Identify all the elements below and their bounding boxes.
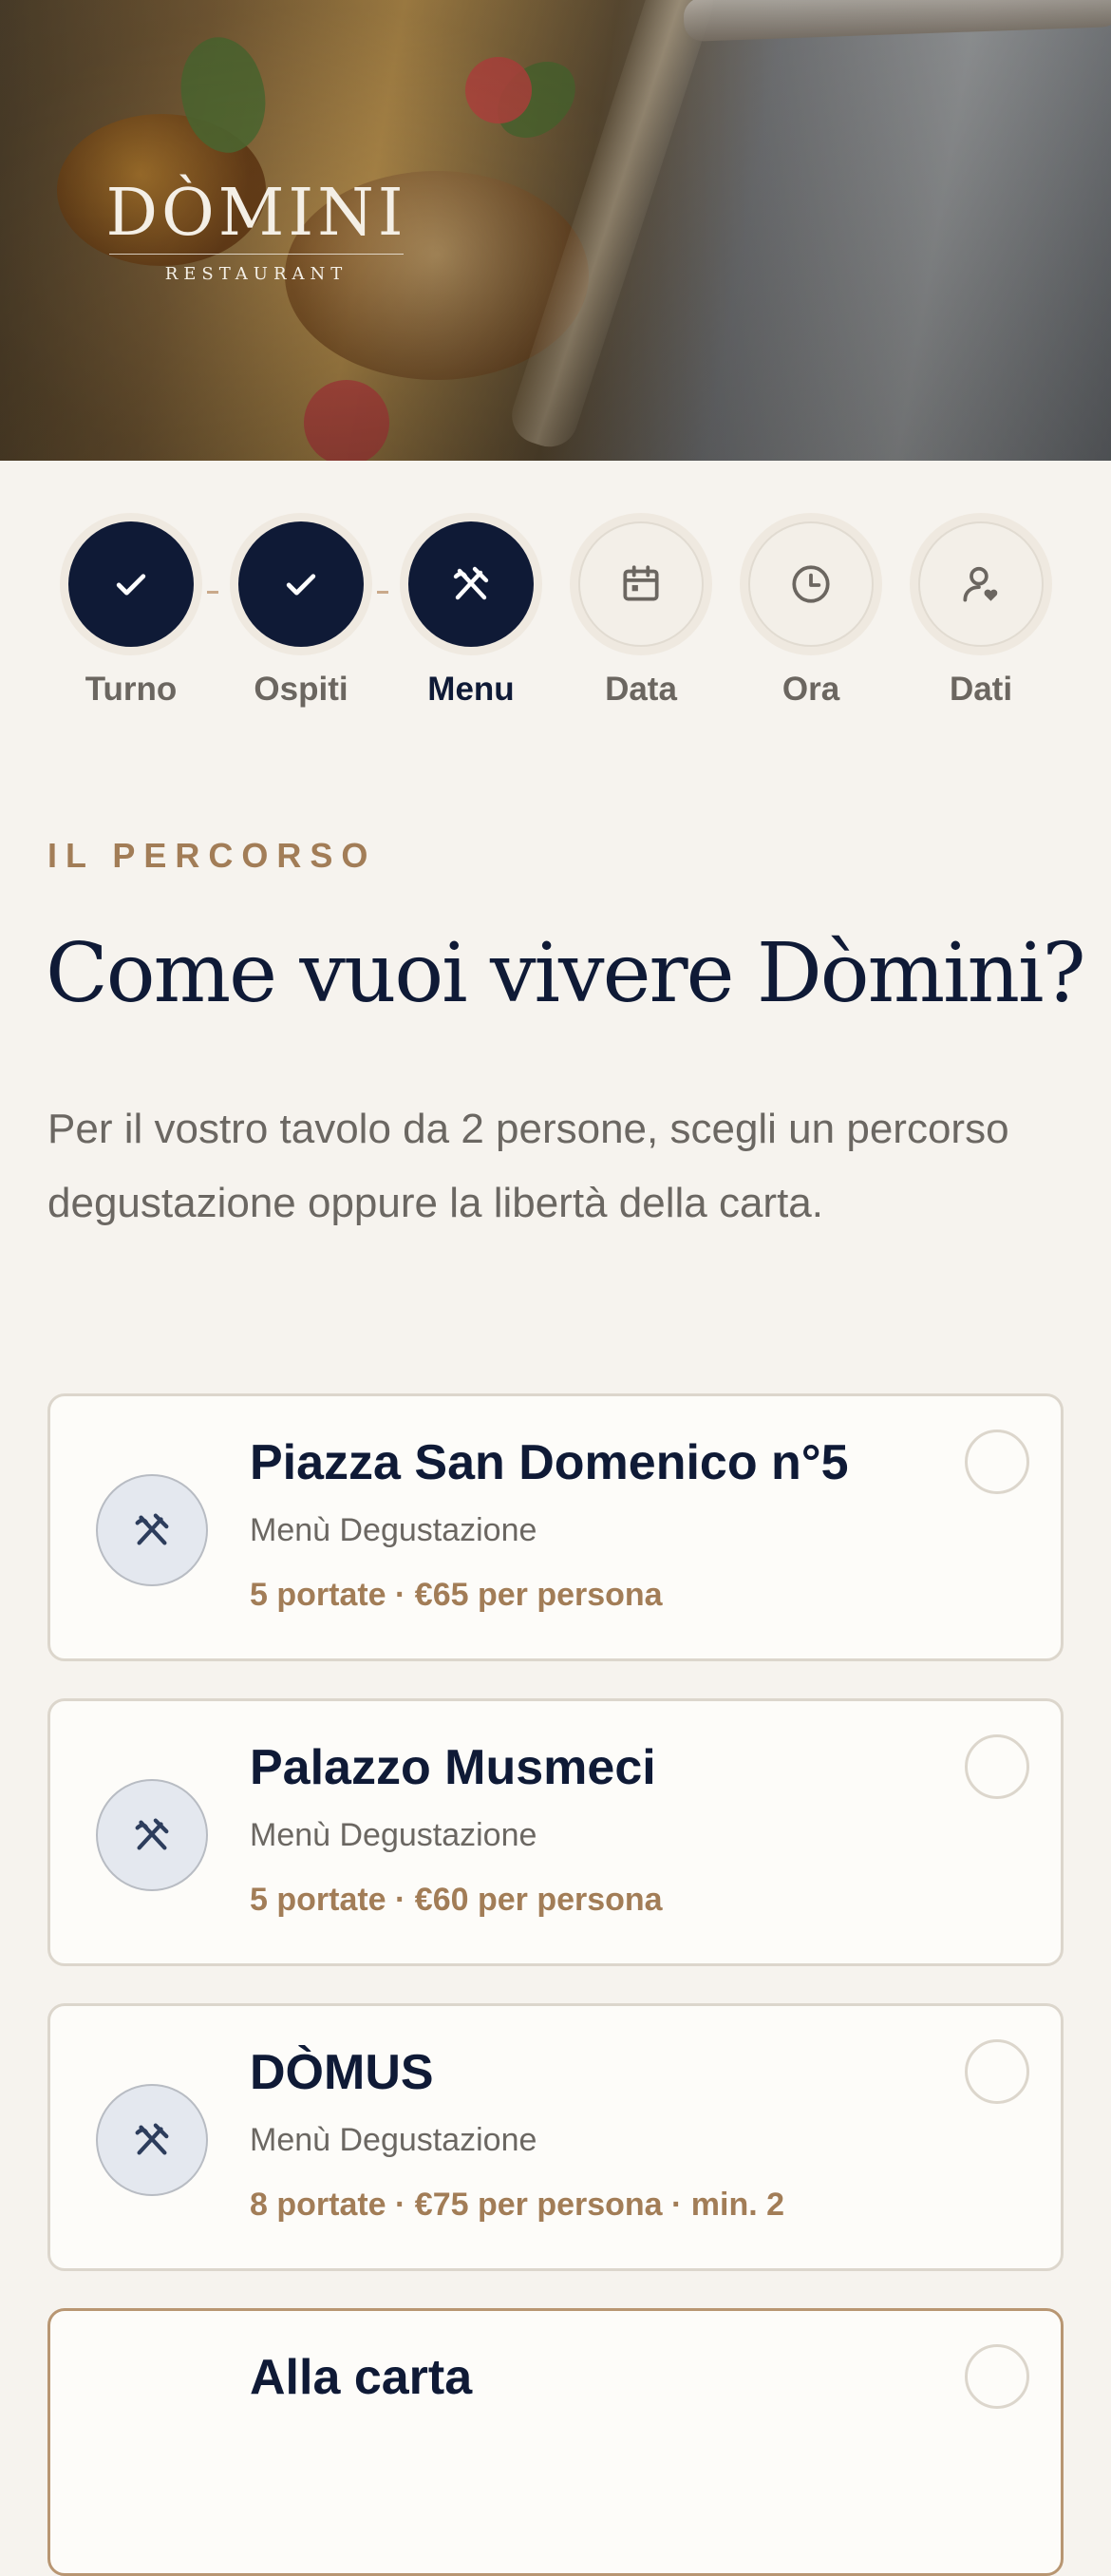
step-circle	[578, 521, 704, 647]
step-circle	[238, 521, 364, 647]
step-label: Ospiti	[254, 671, 348, 708]
step-label: Menu	[427, 671, 515, 708]
menu-radio[interactable]	[965, 2039, 1029, 2104]
menu-title: Piazza San Domenico n°5	[250, 1435, 849, 1490]
menu-option-domus[interactable]: DÒMUS Menù Degustazione 8 portate · €75 …	[47, 2003, 1064, 2271]
menu-radio[interactable]	[965, 2344, 1029, 2409]
menu-icon-badge	[96, 1779, 208, 1891]
step-dati[interactable]: Dati	[905, 513, 1057, 709]
step-ospiti[interactable]: Ospiti	[225, 513, 377, 709]
menu-icon-badge	[96, 2084, 208, 2196]
menu-radio[interactable]	[965, 1734, 1029, 1799]
menu-title: Palazzo Musmeci	[250, 1740, 656, 1795]
menu-option-palazzo-musmeci[interactable]: Palazzo Musmeci Menù Degustazione 5 port…	[47, 1698, 1064, 1966]
step-circle	[918, 521, 1044, 647]
fork-knife-icon	[135, 1818, 169, 1850]
menu-type: Menù Degustazione	[250, 1817, 537, 1853]
fork-knife-icon	[135, 2123, 169, 2155]
intro-text: Per il vostro tavolo da 2 persone, scegl…	[47, 1106, 1009, 1226]
booking-stepper: Turno Ospiti Menu Data Ora Dati	[0, 513, 1111, 722]
section-eyebrow: IL PERCORSO	[47, 836, 377, 875]
menu-radio[interactable]	[965, 1430, 1029, 1494]
logo-name: DÒMINI	[105, 176, 407, 251]
menu-type: Menù Degustazione	[250, 1512, 537, 1548]
page-title: Come vuoi vivere Dòmini?	[46, 926, 1086, 1021]
logo-subtitle: RESTAURANT	[164, 264, 348, 284]
menu-meta: 5 portate · €60 per persona	[250, 1882, 663, 1918]
step-connector	[377, 591, 388, 594]
check-icon	[116, 574, 146, 596]
clock-icon	[792, 565, 830, 603]
fork-knife-icon	[453, 566, 489, 600]
hero-image: DÒMINI RESTAURANT	[0, 0, 1111, 461]
step-circle	[408, 521, 534, 647]
menu-title: Alla carta	[250, 2350, 473, 2405]
step-turno[interactable]: Turno	[55, 513, 207, 709]
logo-divider	[109, 254, 404, 255]
fork-knife-icon	[135, 1513, 169, 1545]
step-label: Ora	[781, 671, 840, 708]
step-connector	[207, 591, 218, 594]
step-menu[interactable]: Menu	[395, 513, 547, 709]
menu-icon-badge	[96, 1474, 208, 1586]
step-circle	[68, 521, 194, 647]
step-ora[interactable]: Ora	[735, 513, 887, 709]
restaurant-logo: DÒMINI RESTAURANT	[90, 176, 423, 284]
menu-option-alla-carta[interactable]: Alla carta	[47, 2308, 1064, 2576]
menu-title: DÒMUS	[250, 2045, 434, 2100]
step-data[interactable]: Data	[565, 513, 717, 709]
menu-option-piazza-san-domenico[interactable]: Piazza San Domenico n°5 Menù Degustazion…	[47, 1393, 1064, 1661]
calendar-icon	[623, 565, 659, 601]
step-label: Dati	[949, 671, 1013, 708]
menu-meta: 8 portate · €75 per persona · min. 2	[250, 2187, 785, 2223]
step-label: Turno	[85, 671, 178, 708]
step-label: Data	[605, 671, 677, 708]
user-heart-icon	[963, 566, 998, 602]
step-circle	[748, 521, 874, 647]
menu-meta: 5 portate · €65 per persona	[250, 1577, 663, 1613]
menu-type: Menù Degustazione	[250, 2122, 537, 2158]
check-icon	[286, 574, 316, 596]
